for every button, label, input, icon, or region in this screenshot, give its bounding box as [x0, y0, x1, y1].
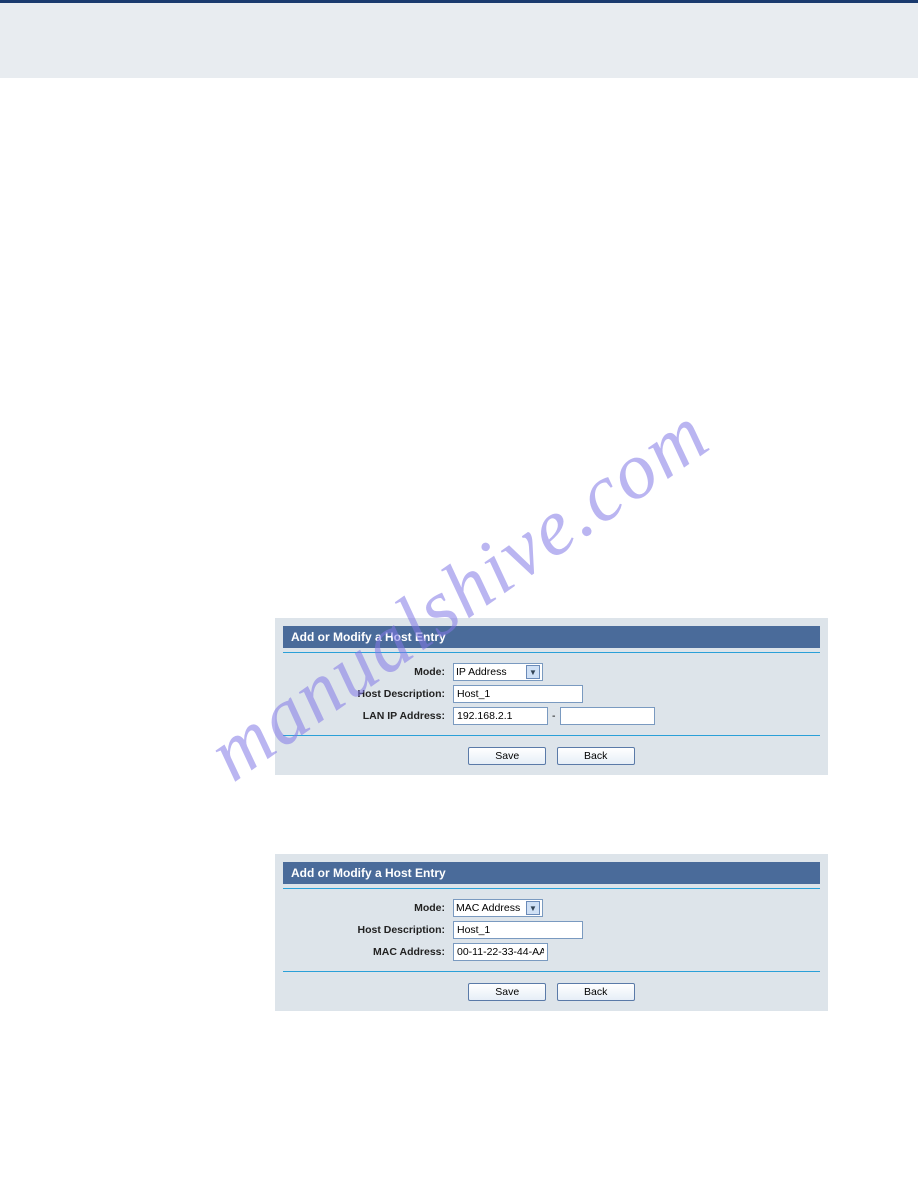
divider [283, 652, 820, 653]
divider [283, 971, 820, 972]
lan-ip-label: LAN IP Address: [283, 710, 453, 722]
mac-address-input[interactable] [453, 943, 548, 961]
page-header-band-2 [0, 40, 918, 78]
save-button[interactable]: Save [468, 747, 546, 765]
host-description-row: Host Description: [283, 685, 820, 703]
mode-row: Mode: IP Address ▼ [283, 663, 820, 681]
divider [283, 735, 820, 736]
lan-ip-from-input[interactable] [453, 707, 548, 725]
panel-title: Add or Modify a Host Entry [283, 626, 820, 648]
button-row: Save Back [283, 746, 820, 765]
page-header-band [0, 0, 918, 40]
button-row: Save Back [283, 982, 820, 1001]
chevron-down-icon: ▼ [526, 665, 540, 679]
host-description-input[interactable] [453, 921, 583, 939]
chevron-down-icon: ▼ [526, 901, 540, 915]
mode-label: Mode: [283, 666, 453, 678]
mac-address-row: MAC Address: [283, 943, 820, 961]
divider [283, 888, 820, 889]
host-description-input[interactable] [453, 685, 583, 703]
range-dash: - [552, 710, 556, 722]
back-button[interactable]: Back [557, 983, 635, 1001]
host-entry-panel-ip: Add or Modify a Host Entry Mode: IP Addr… [275, 618, 828, 775]
host-description-label: Host Description: [283, 924, 453, 936]
mode-select-value: IP Address [456, 666, 507, 678]
mode-select-value: MAC Address [456, 902, 520, 914]
lan-ip-to-input[interactable] [560, 707, 655, 725]
mode-select[interactable]: MAC Address ▼ [453, 899, 543, 917]
save-button[interactable]: Save [468, 983, 546, 1001]
back-button[interactable]: Back [557, 747, 635, 765]
host-description-row: Host Description: [283, 921, 820, 939]
mac-address-label: MAC Address: [283, 946, 453, 958]
mode-label: Mode: [283, 902, 453, 914]
lan-ip-row: LAN IP Address: - [283, 707, 820, 725]
panel-title: Add or Modify a Host Entry [283, 862, 820, 884]
mode-row: Mode: MAC Address ▼ [283, 899, 820, 917]
host-entry-panel-mac: Add or Modify a Host Entry Mode: MAC Add… [275, 854, 828, 1011]
mode-select[interactable]: IP Address ▼ [453, 663, 543, 681]
host-description-label: Host Description: [283, 688, 453, 700]
